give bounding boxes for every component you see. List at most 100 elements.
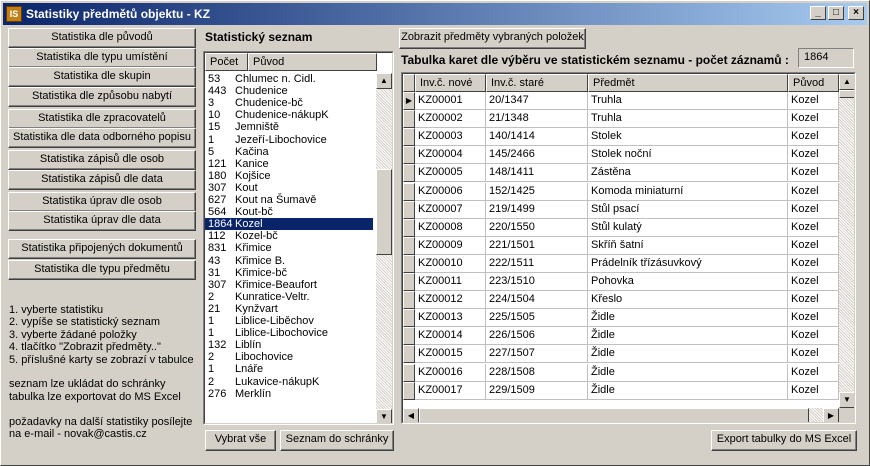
stat-list-item[interactable]: 15 Jemniště	[205, 121, 373, 133]
table-cell[interactable]: 221/1501	[486, 236, 588, 255]
table-cell[interactable]: 228/1508	[486, 363, 588, 382]
show-items-button[interactable]: Zobrazit předměty vybraných položek	[399, 28, 586, 49]
table-cell[interactable]: Židle	[588, 345, 788, 364]
stat-list-item[interactable]: 1 Liblice-Liběchov	[205, 315, 373, 327]
table-cell[interactable]: Stůl kulatý	[588, 218, 788, 237]
table-row[interactable]: ▶ KZ00001 20/1347 Truhla Kozel	[403, 92, 839, 110]
table-vscrollbar[interactable]: ▲ ▼	[839, 74, 854, 408]
table-cell[interactable]: Kozel	[788, 146, 839, 165]
table-header-inv-new[interactable]: Inv.č. nové	[415, 74, 486, 92]
row-indicator[interactable]	[403, 363, 415, 382]
stat-list-item[interactable]: 10 Chudenice-nákupK	[205, 109, 373, 121]
stat-list-item[interactable]: 307 Kout	[205, 182, 373, 194]
table-cell[interactable]: KZ00014	[415, 327, 486, 346]
table-scroll-right-icon[interactable]: ▶	[823, 408, 839, 422]
table-scroll-left-icon[interactable]: ◀	[403, 408, 419, 422]
table-cell[interactable]: Kozel	[788, 200, 839, 219]
table-cell[interactable]: KZ00003	[415, 128, 486, 147]
table-cell[interactable]: 222/1511	[486, 254, 588, 273]
table-cell[interactable]: Stolek	[588, 128, 788, 147]
table-cell[interactable]: Kozel	[788, 327, 839, 346]
stat-list-item[interactable]: 132 Liblín	[205, 339, 373, 351]
table-cell[interactable]: 225/1505	[486, 309, 588, 328]
stat-button-11[interactable]: Statistika připojených dokumentů	[8, 239, 196, 259]
scroll-down-arrow-icon[interactable]: ▼	[376, 409, 392, 423]
table-row[interactable]: KZ00006 152/1425 Komoda miniaturní Kozel	[403, 182, 839, 201]
table-row[interactable]: KZ00014 226/1506 Židle Kozel	[403, 327, 839, 346]
table-cell[interactable]: KZ00007	[415, 200, 486, 219]
stat-list-item[interactable]: 43 Křimice B.	[205, 255, 373, 267]
table-cell[interactable]: 21/1348	[486, 110, 588, 129]
stat-button-7[interactable]: Statistika zápisů dle osob	[8, 150, 196, 170]
table-cell[interactable]: Kozel	[788, 273, 839, 291]
table-vscroll-thumb[interactable]	[839, 90, 854, 98]
row-indicator[interactable]	[403, 128, 415, 147]
stat-list-item[interactable]: 5 Kačina	[205, 146, 373, 158]
table-cell[interactable]: KZ00004	[415, 146, 486, 165]
table-cell[interactable]: Křeslo	[588, 291, 788, 310]
table-cell[interactable]: KZ00010	[415, 254, 486, 273]
table-cell[interactable]: 148/1411	[486, 164, 588, 183]
stat-list-scrollbar[interactable]: ▲ ▼	[376, 73, 392, 423]
row-indicator[interactable]	[403, 182, 415, 201]
table-header-item[interactable]: Předmět	[588, 74, 788, 92]
maximize-button[interactable]: □	[828, 6, 844, 20]
table-cell[interactable]: Truhla	[588, 110, 788, 129]
table-hscrollbar[interactable]: ◀ ▶	[403, 408, 839, 422]
table-row[interactable]: KZ00017 229/1509 Židle Kozel	[403, 381, 839, 400]
table-row[interactable]: KZ00007 219/1499 Stůl psací Kozel	[403, 200, 839, 219]
table-row[interactable]: KZ00016 228/1508 Židle Kozel	[403, 363, 839, 382]
stat-list-item[interactable]: 564 Kout-bč	[205, 206, 373, 218]
row-indicator[interactable]	[403, 291, 415, 310]
table-row[interactable]: KZ00008 220/1550 Stůl kulatý Kozel	[403, 218, 839, 237]
row-indicator[interactable]	[403, 200, 415, 219]
table-cell[interactable]: Kozel	[788, 236, 839, 255]
row-indicator[interactable]	[403, 345, 415, 364]
minimize-button[interactable]: _	[810, 6, 826, 20]
table-hscroll-thumb[interactable]	[419, 408, 809, 422]
row-indicator[interactable]	[403, 309, 415, 328]
table-cell[interactable]: Kozel	[788, 363, 839, 382]
row-indicator[interactable]	[403, 273, 415, 291]
table-cell[interactable]: 140/1414	[486, 128, 588, 147]
table-cell[interactable]: Kozel	[788, 381, 839, 400]
table-row[interactable]: KZ00003 140/1414 Stolek Kozel	[403, 128, 839, 147]
table-cell[interactable]: KZ00008	[415, 218, 486, 237]
stat-button-6[interactable]: Statistika dle data odborného popisu	[8, 128, 196, 148]
stat-button-10[interactable]: Statistika úprav dle data	[8, 211, 196, 231]
stat-list-item[interactable]: 443 Chudenice	[205, 85, 373, 97]
row-indicator[interactable]	[403, 327, 415, 346]
table-row[interactable]: KZ00015 227/1507 Židle Kozel	[403, 345, 839, 364]
row-indicator[interactable]	[403, 236, 415, 255]
table-cell[interactable]: 227/1507	[486, 345, 588, 364]
scroll-thumb[interactable]	[376, 169, 392, 255]
table-cell[interactable]: Kozel	[788, 309, 839, 328]
table-cell[interactable]: 145/2466	[486, 146, 588, 165]
table-cell[interactable]: KZ00015	[415, 345, 486, 364]
table-header-inv-old[interactable]: Inv.č. staré	[486, 74, 588, 92]
stat-list-header-count[interactable]: Počet	[205, 53, 248, 71]
row-indicator[interactable]	[403, 254, 415, 273]
table-cell[interactable]: KZ00016	[415, 363, 486, 382]
title-bar[interactable]: IS Statistiky předmětů objektu - KZ _ □ …	[3, 3, 867, 25]
table-cell[interactable]: KZ00006	[415, 182, 486, 201]
copy-list-button[interactable]: Seznam do schránky	[280, 430, 394, 451]
table-header-origin[interactable]: Původ	[788, 74, 839, 92]
table-cell[interactable]: 20/1347	[486, 92, 588, 110]
table-cell[interactable]: Stůl psací	[588, 200, 788, 219]
current-row-arrow-icon[interactable]: ▶	[403, 92, 415, 110]
table-cell[interactable]: Kozel	[788, 218, 839, 237]
table-cell[interactable]: KZ00012	[415, 291, 486, 310]
table-cell[interactable]: Kozel	[788, 291, 839, 310]
table-scroll-down-icon[interactable]: ▼	[839, 392, 854, 408]
table-cell[interactable]: Prádelník třízásuvkový	[588, 254, 788, 273]
stat-button-9[interactable]: Statistika úprav dle osob	[8, 192, 196, 212]
stat-button-12[interactable]: Statistika dle typu předmětu	[8, 260, 196, 280]
table-cell[interactable]: Skříň šatní	[588, 236, 788, 255]
table-row[interactable]: KZ00002 21/1348 Truhla Kozel	[403, 110, 839, 129]
stat-list-item[interactable]: 1864 Kozel	[205, 218, 373, 230]
table-row[interactable]: KZ00011 223/1510 Pohovka Kozel	[403, 273, 839, 291]
stat-list-header-origin[interactable]: Původ	[248, 53, 377, 71]
table-cell[interactable]: Stolek noční	[588, 146, 788, 165]
table-cell[interactable]: Kozel	[788, 164, 839, 183]
